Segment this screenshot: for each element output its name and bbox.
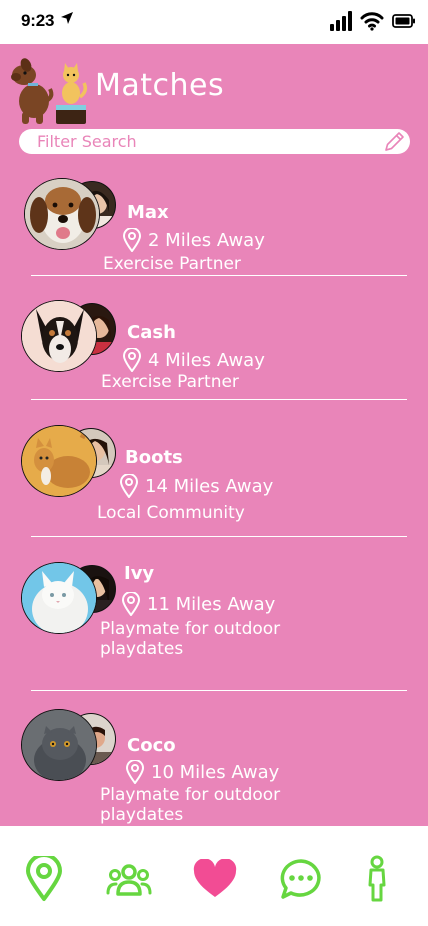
filter-search-box[interactable] [19, 129, 410, 154]
nav-map-button[interactable] [19, 854, 69, 904]
match-item[interactable]: Boots 14 Miles Away Local Community [0, 425, 428, 545]
distance-text: 14 Miles Away [145, 475, 274, 497]
nav-community-button[interactable] [104, 854, 154, 904]
match-distance: 11 Miles Away [121, 592, 275, 616]
location-arrow-icon [61, 12, 73, 24]
map-pin-icon [26, 856, 62, 901]
match-name: Ivy [124, 563, 155, 584]
cellular-signal-icon [330, 11, 352, 31]
distance-text: 10 Miles Away [151, 761, 280, 783]
nav-matches-button[interactable] [190, 854, 240, 904]
heart-icon [193, 859, 237, 897]
filter-search-input[interactable] [37, 130, 377, 153]
map-pin-icon [125, 760, 145, 784]
pet-photo [21, 300, 97, 372]
group-icon [106, 864, 152, 896]
match-distance: 14 Miles Away [119, 474, 273, 498]
status-time: 9:23 [21, 11, 55, 30]
nav-chat-button[interactable] [276, 854, 326, 904]
page-title: Matches [95, 68, 225, 103]
divider [31, 690, 407, 691]
pet-photo [21, 425, 97, 497]
pet-photo [24, 178, 100, 250]
status-icons [330, 11, 416, 31]
match-item[interactable]: Ivy 11 Miles Away Playmate for outdoor p… [0, 562, 428, 692]
wifi-icon [360, 12, 384, 31]
divider [31, 536, 407, 537]
match-distance: 10 Miles Away [125, 760, 279, 784]
map-pin-icon [122, 228, 142, 252]
match-purpose: Exercise Partner [101, 372, 239, 392]
match-name: Boots [125, 447, 183, 468]
matches-screen: Matches Max [0, 44, 428, 826]
distance-text: 4 Miles Away [148, 349, 265, 371]
battery-icon [392, 14, 415, 28]
match-name: Cash [127, 322, 176, 343]
match-purpose: Playmate for outdoor playdates [100, 619, 281, 659]
divider [31, 275, 407, 276]
pet-photo [21, 709, 97, 781]
map-pin-icon [119, 474, 139, 498]
match-purpose: Playmate for outdoor playdates [100, 785, 281, 825]
divider [31, 399, 407, 400]
map-pin-icon [122, 348, 142, 372]
status-bar: 9:23 [0, 0, 428, 44]
nav-profile-button[interactable] [352, 854, 402, 904]
distance-text: 11 Miles Away [147, 593, 276, 615]
match-distance: 2 Miles Away [122, 228, 265, 252]
pencil-icon[interactable] [382, 130, 406, 154]
distance-text: 2 Miles Away [148, 229, 265, 251]
match-purpose: Exercise Partner [103, 254, 241, 274]
pet-photo [21, 562, 97, 634]
person-icon [368, 855, 386, 902]
match-item[interactable]: Cash 4 Miles Away Exercise Partner [0, 300, 428, 400]
match-item[interactable]: Max 2 Miles Away Exercise Partner [0, 178, 428, 278]
map-pin-icon [121, 592, 141, 616]
match-purpose: Local Community [97, 503, 245, 523]
match-distance: 4 Miles Away [122, 348, 265, 372]
match-item[interactable]: Coco 10 Miles Away Playmate for outdoor … [0, 709, 428, 826]
bottom-nav [0, 826, 428, 926]
match-name: Coco [127, 735, 176, 756]
chat-icon [280, 859, 321, 899]
match-name: Max [127, 202, 169, 223]
app-logo [11, 58, 88, 124]
